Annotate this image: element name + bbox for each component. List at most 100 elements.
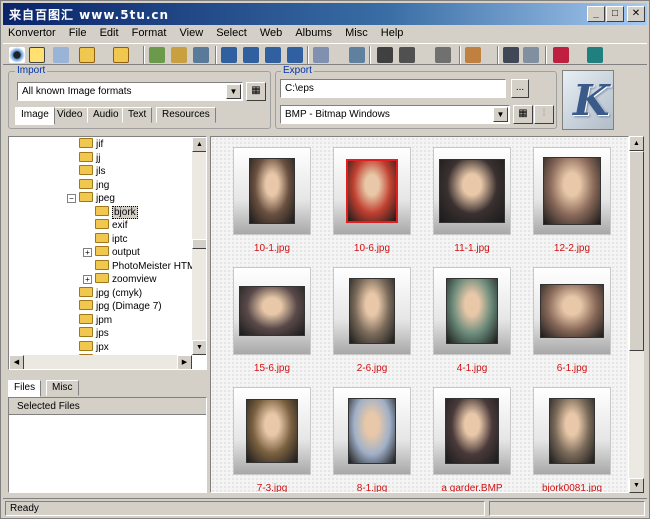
- batch-icon[interactable]: [171, 47, 187, 63]
- scroll-down-button[interactable]: ▼: [192, 340, 206, 355]
- thumbnail-card[interactable]: [433, 147, 511, 235]
- thumbnail-grid[interactable]: 10-1.jpg 10-6.jpg 11-1.jpg 12-2.jpg 15-6.jpg…: [210, 136, 629, 493]
- rotate-right-icon[interactable]: [243, 47, 259, 63]
- import-format-select[interactable]: All known Image formats ▼: [17, 82, 243, 101]
- thumbnail-filename[interactable]: 12-2.jpg: [522, 243, 622, 254]
- thumbnail-card[interactable]: [333, 267, 411, 355]
- tree-item[interactable]: jpm: [79, 313, 112, 327]
- slideshow-icon[interactable]: [349, 47, 365, 63]
- tree-item[interactable]: jpeg: [79, 192, 115, 205]
- thumbnail-filename[interactable]: 7-3.jpg: [222, 483, 322, 492]
- folder-tree[interactable]: jif jj jls jng jpeg − bjork exif iptc output + Phot…: [8, 136, 207, 370]
- expand-icon[interactable]: +: [83, 275, 92, 284]
- exit-icon[interactable]: [587, 47, 603, 63]
- menu-select[interactable]: Select: [211, 26, 252, 40]
- scroll-right-button[interactable]: ▶: [177, 355, 192, 369]
- binoculars-icon[interactable]: [503, 47, 519, 63]
- tree-vertical-scrollbar[interactable]: ▲ ▼: [192, 137, 206, 355]
- thumbnail-filename[interactable]: 4-1.jpg: [422, 363, 522, 374]
- tree-item[interactable]: jpg (Dimage 7): [79, 300, 162, 313]
- export-path-field[interactable]: C:\eps: [280, 79, 506, 98]
- tab-resources[interactable]: Resources: [156, 107, 216, 123]
- menu-file[interactable]: File: [64, 26, 92, 40]
- tree-item[interactable]: jpg (cmyk): [79, 286, 142, 300]
- tag-icon[interactable]: [553, 47, 569, 63]
- menu-view[interactable]: View: [175, 26, 209, 40]
- export-format-select[interactable]: BMP - Bitmap Windows ▼: [280, 105, 510, 124]
- export-settings-button[interactable]: ⁞: [534, 105, 554, 124]
- thumbnail-card[interactable]: [433, 267, 511, 355]
- tab-video[interactable]: Video: [51, 107, 89, 123]
- grid-icon[interactable]: [193, 47, 209, 63]
- thumbnail-card[interactable]: [233, 147, 311, 235]
- menu-konvertor[interactable]: Konvertor: [3, 26, 61, 40]
- scroll-left-button[interactable]: ◀: [9, 355, 24, 369]
- convert-icon[interactable]: [149, 47, 165, 63]
- tools-icon[interactable]: [435, 47, 451, 63]
- menu-edit[interactable]: Edit: [95, 26, 124, 40]
- menu-misc[interactable]: Misc: [340, 26, 373, 40]
- collapse-icon[interactable]: −: [67, 194, 76, 203]
- export-options-button[interactable]: ▦: [513, 105, 533, 124]
- title-bar[interactable]: 来自百图汇 www.5tu.cn _ □ ✕: [3, 3, 647, 25]
- thumbnail-card[interactable]: [433, 387, 511, 475]
- thumbnail-card[interactable]: [333, 147, 411, 235]
- menu-format[interactable]: Format: [127, 26, 172, 40]
- thumbnail-filename[interactable]: 8-1.jpg: [322, 483, 422, 492]
- view-mode-icon[interactable]: [313, 47, 329, 63]
- grid-vertical-scrollbar[interactable]: ▲ ▼: [629, 136, 644, 493]
- tree-item[interactable]: output: [95, 246, 140, 259]
- menu-web[interactable]: Web: [255, 26, 287, 40]
- open-folder-icon[interactable]: [79, 47, 95, 63]
- thumbnail-filename[interactable]: 10-1.jpg: [222, 243, 322, 254]
- tree-view-icon[interactable]: [29, 47, 45, 63]
- thumbnail-filename[interactable]: 15-6.jpg: [222, 363, 322, 374]
- thumbnail-card[interactable]: [533, 147, 611, 235]
- minimize-button[interactable]: _: [587, 6, 605, 22]
- thumbnail-card[interactable]: [533, 267, 611, 355]
- thumbnail-card[interactable]: [233, 387, 311, 475]
- thumbnail-filename[interactable]: 6-1.jpg: [522, 363, 622, 374]
- scroll-thumb[interactable]: [629, 151, 644, 351]
- mirror-icon[interactable]: [287, 47, 303, 63]
- close-button[interactable]: ✕: [627, 6, 645, 22]
- copy-icon[interactable]: [465, 47, 481, 63]
- stamp-icon[interactable]: [377, 47, 393, 63]
- tree-item[interactable]: jj: [79, 151, 100, 165]
- import-options-button[interactable]: ▦: [246, 82, 266, 101]
- maximize-button[interactable]: □: [606, 6, 624, 22]
- tab-text[interactable]: Text: [122, 107, 153, 123]
- thumbnail-card[interactable]: [333, 387, 411, 475]
- rotate-left-icon[interactable]: [221, 47, 237, 63]
- eye-icon[interactable]: [9, 47, 25, 63]
- tree-item[interactable]: iptc: [95, 232, 128, 246]
- menu-albums[interactable]: Albums: [290, 26, 337, 40]
- tree-item[interactable]: PhotoMeister HTML-A: [95, 259, 206, 273]
- tree-horizontal-scrollbar[interactable]: ◀ ▶: [9, 355, 192, 369]
- thumbnail-filename[interactable]: a garder.BMP: [422, 483, 522, 492]
- chevron-down-icon[interactable]: ▼: [226, 84, 241, 99]
- scroll-up-button[interactable]: ▲: [192, 137, 206, 152]
- tree-item[interactable]: exif: [95, 219, 128, 232]
- thumbnail-filename[interactable]: 10-6.jpg: [322, 243, 422, 254]
- thumbnail-filename[interactable]: 11-1.jpg: [422, 243, 522, 254]
- thumbnail-filename[interactable]: 2-6.jpg: [322, 363, 422, 374]
- save-folder-icon[interactable]: [113, 47, 129, 63]
- tree-item[interactable]: zoomview: [95, 273, 156, 286]
- scroll-down-button[interactable]: ▼: [629, 478, 644, 493]
- filter-icon[interactable]: [523, 47, 539, 63]
- tree-item[interactable]: jif: [79, 138, 103, 151]
- tab-files[interactable]: Files: [8, 380, 42, 397]
- audio-icon[interactable]: [399, 47, 415, 63]
- thumbnail-card[interactable]: [533, 387, 611, 475]
- tree-item[interactable]: jps: [79, 327, 109, 340]
- tree-item[interactable]: bjork: [95, 205, 138, 219]
- tab-image[interactable]: Image: [15, 107, 55, 125]
- tree-item[interactable]: jls: [79, 165, 105, 178]
- flip-icon[interactable]: [265, 47, 281, 63]
- tree-item[interactable]: jng: [79, 178, 109, 192]
- tab-audio[interactable]: Audio: [87, 107, 125, 123]
- expand-icon[interactable]: +: [83, 248, 92, 257]
- browse-button[interactable]: ...: [511, 79, 529, 98]
- scroll-thumb[interactable]: [192, 239, 206, 249]
